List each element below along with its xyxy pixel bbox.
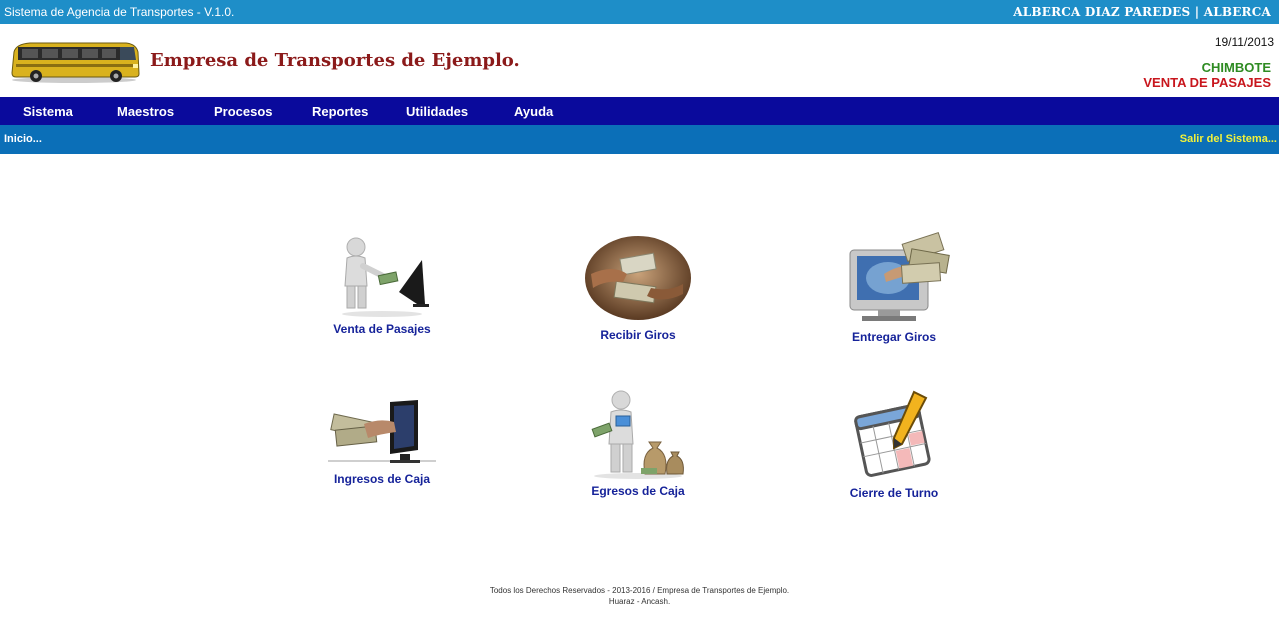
shortcut-label: Cierre de Turno xyxy=(849,486,939,500)
current-date: 19/11/2013 xyxy=(1214,35,1274,49)
menu-procesos[interactable]: Procesos xyxy=(214,104,273,119)
shortcut-label: Recibir Giros xyxy=(600,328,676,342)
home-link[interactable]: Inicio... xyxy=(4,133,42,145)
menu-ayuda[interactable]: Ayuda xyxy=(514,104,553,119)
footer-copyright: Todos los Derechos Reservados - 2013-201… xyxy=(489,586,790,595)
main-menu: Sistema Maestros Procesos Reportes Utili… xyxy=(0,97,1279,125)
menu-utilidades[interactable]: Utilidades xyxy=(406,104,468,119)
breadcrumb-bar: Inicio... Salir del Sistema... xyxy=(0,125,1279,154)
footer-location: Huaraz - Ancash. xyxy=(608,597,671,606)
branch-city: CHIMBOTE xyxy=(1201,60,1271,75)
shortcut-cierre-turno[interactable]: Cierre de Turno xyxy=(804,388,984,500)
menu-maestros[interactable]: Maestros xyxy=(117,104,174,119)
logout-link[interactable]: Salir del Sistema... xyxy=(1180,133,1277,145)
shortcut-label: Entregar Giros xyxy=(851,330,937,344)
person-paying-computer-icon xyxy=(342,237,429,317)
shortcut-label: Egresos de Caja xyxy=(591,484,685,498)
shortcut-label: Ingresos de Caja xyxy=(333,472,431,486)
current-module: VENTA DE PASAJES xyxy=(1143,75,1271,90)
header: Empresa de Transportes de Ejemplo. 19/11… xyxy=(0,24,1279,97)
footer: Todos los Derechos Reservados - 2013-201… xyxy=(0,585,1279,607)
company-name: Empresa de Transportes de Ejemplo. xyxy=(150,50,520,71)
shortcut-recibir-giros[interactable]: Recibir Giros xyxy=(548,234,728,342)
calendar-pencil-icon xyxy=(854,390,931,477)
menu-reportes[interactable]: Reportes xyxy=(312,104,368,119)
shortcut-entregar-giros[interactable]: Entregar Giros xyxy=(804,230,984,344)
shortcut-egresos-caja[interactable]: Egresos de Caja xyxy=(548,388,728,498)
system-title: Sistema de Agencia de Transportes - V.1.… xyxy=(4,5,235,19)
menu-sistema[interactable]: Sistema xyxy=(23,104,73,119)
shortcut-ingresos-caja[interactable]: Ingresos de Caja xyxy=(292,398,472,486)
hands-money-icon xyxy=(585,236,691,320)
bus-icon xyxy=(11,42,140,83)
user-name: ALBERCA DIAZ PAREDES | ALBERCA xyxy=(1013,5,1271,19)
top-bar: Sistema de Agencia de Transportes - V.1.… xyxy=(0,0,1279,24)
monitor-money-icon xyxy=(849,231,950,321)
shortcut-label: Venta de Pasajes xyxy=(333,322,431,336)
shortcut-venta-pasajes[interactable]: Venta de Pasajes xyxy=(292,234,472,336)
money-into-monitor-icon xyxy=(328,400,436,463)
person-money-bags-icon xyxy=(591,390,684,479)
